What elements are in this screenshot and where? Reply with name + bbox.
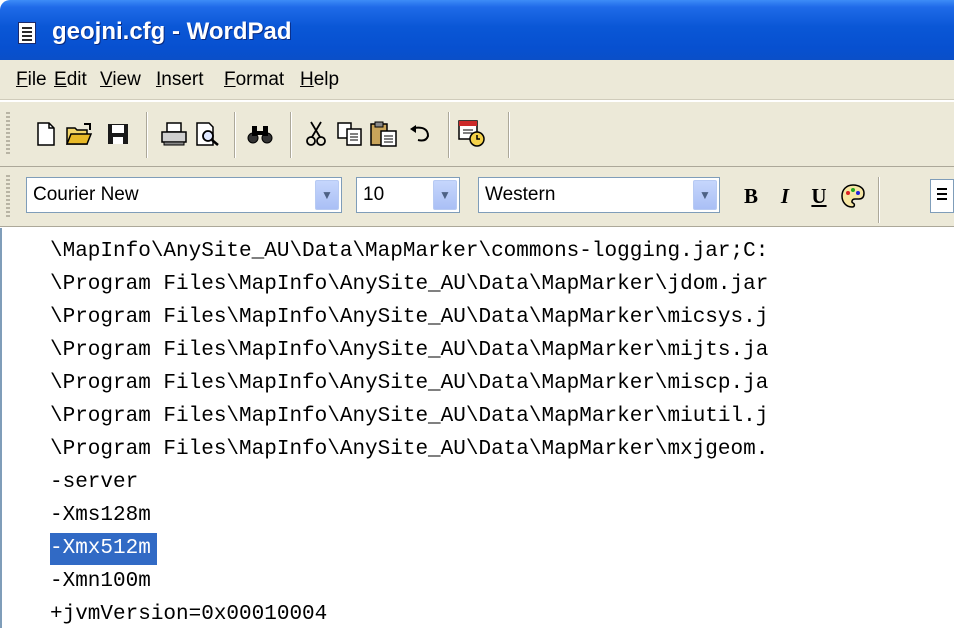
menu-insert[interactable]: Insert (156, 69, 204, 91)
save-icon[interactable] (104, 120, 132, 148)
italic-button[interactable]: I (770, 181, 800, 211)
open-icon[interactable] (66, 120, 94, 148)
font-size-combo[interactable]: 10 ▼ (356, 177, 460, 213)
menu-help[interactable]: Help (300, 69, 339, 91)
menu-bar: File Edit View Insert Format Help (0, 60, 954, 100)
new-icon[interactable] (32, 120, 60, 148)
menu-view[interactable]: View (100, 69, 141, 91)
cut-icon[interactable] (302, 120, 330, 148)
document-area[interactable]: \MapInfo\AnySite_AU\Data\MapMarker\commo… (0, 228, 954, 628)
document-line[interactable]: \Program Files\MapInfo\AnySite_AU\Data\M… (50, 269, 768, 301)
align-left-button[interactable] (930, 179, 954, 213)
standard-toolbar (0, 101, 954, 167)
document-line[interactable]: \Program Files\MapInfo\AnySite_AU\Data\M… (50, 302, 768, 334)
script-value: Western (485, 184, 556, 205)
underline-button[interactable]: U (804, 181, 834, 211)
title-bar[interactable]: geojni.cfg - WordPad (0, 0, 954, 60)
document-line[interactable]: \MapInfo\AnySite_AU\Data\MapMarker\commo… (50, 236, 768, 268)
document-line[interactable]: +jvmVersion=0x00010004 (50, 599, 327, 631)
toolbar-grip[interactable] (6, 175, 10, 219)
find-icon[interactable] (246, 120, 274, 148)
document-line[interactable]: -Xms128m (50, 500, 151, 532)
chevron-down-icon[interactable]: ▼ (693, 180, 717, 210)
document-line[interactable]: \Program Files\MapInfo\AnySite_AU\Data\M… (50, 368, 768, 400)
paste-icon[interactable] (370, 120, 398, 148)
font-name-combo[interactable]: Courier New ▼ (26, 177, 342, 213)
date-time-icon[interactable] (458, 120, 486, 148)
toolbar-separator (146, 112, 147, 158)
copy-icon[interactable] (336, 120, 364, 148)
font-size-value: 10 (363, 184, 385, 205)
format-toolbar: Courier New ▼ 10 ▼ Western ▼ B I U (0, 167, 954, 227)
document-line[interactable]: \Program Files\MapInfo\AnySite_AU\Data\M… (50, 401, 768, 433)
wordpad-icon (18, 22, 36, 44)
document-line[interactable]: \Program Files\MapInfo\AnySite_AU\Data\M… (50, 434, 768, 466)
chevron-down-icon[interactable]: ▼ (315, 180, 339, 210)
menu-file[interactable]: File (16, 69, 47, 91)
toolbar-separator (448, 112, 449, 158)
toolbar-separator (878, 177, 879, 223)
menu-edit[interactable]: Edit (54, 69, 87, 91)
toolbar-separator (508, 112, 509, 158)
print-icon[interactable] (160, 120, 188, 148)
toolbar-separator (290, 112, 291, 158)
print-preview-icon[interactable] (194, 120, 222, 148)
document-line[interactable]: \Program Files\MapInfo\AnySite_AU\Data\M… (50, 335, 768, 367)
script-combo[interactable]: Western ▼ (478, 177, 720, 213)
bold-button[interactable]: B (736, 181, 766, 211)
toolbar-separator (234, 112, 235, 158)
font-name-value: Courier New (33, 184, 139, 205)
color-icon[interactable] (838, 181, 868, 211)
document-line[interactable]: -Xmn100m (50, 566, 151, 598)
chevron-down-icon[interactable]: ▼ (433, 180, 457, 210)
selected-text[interactable]: -Xmx512m (50, 533, 157, 565)
undo-icon[interactable] (406, 120, 434, 148)
window-title: geojni.cfg - WordPad (52, 18, 292, 45)
menu-format[interactable]: Format (224, 69, 284, 91)
document-line[interactable]: -server (50, 467, 138, 499)
toolbar-grip[interactable] (6, 112, 10, 156)
